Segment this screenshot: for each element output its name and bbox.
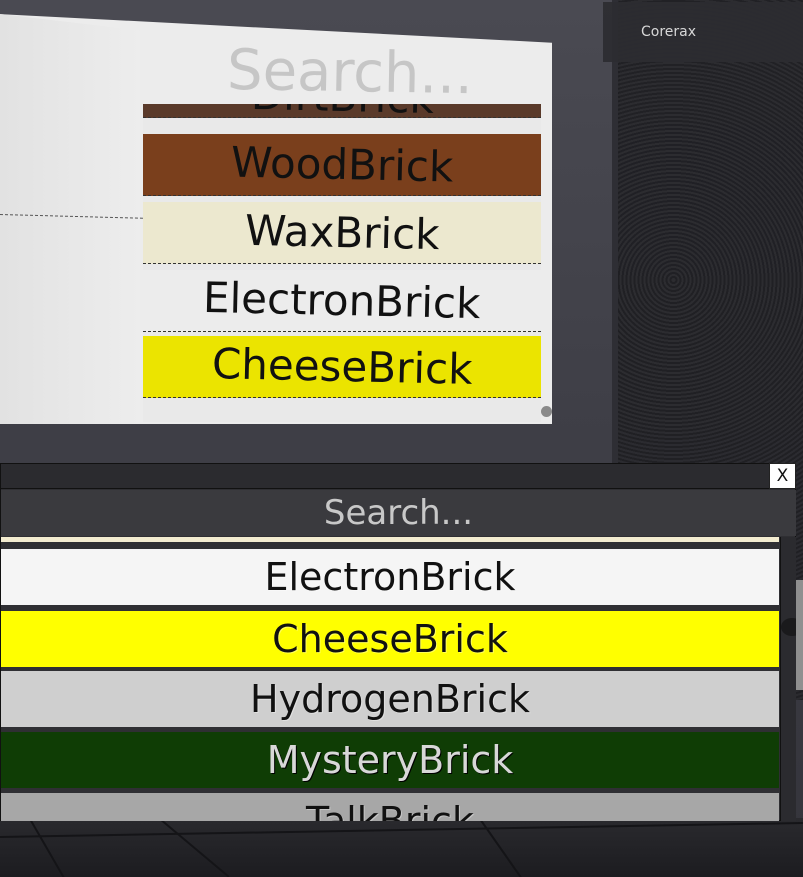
search-input[interactable] bbox=[1, 490, 796, 536]
world-list-item[interactable]: CheeseBrick bbox=[143, 336, 541, 398]
player-list-entry[interactable]: Corerax bbox=[603, 2, 803, 62]
brick-list[interactable]: ElectronBrick CheeseBrick HydrogenBrick … bbox=[1, 537, 779, 821]
world-list-item-label: WoodBrick bbox=[230, 137, 454, 192]
floor-seam bbox=[0, 821, 803, 838]
list-item-label: TalkBrick bbox=[306, 799, 474, 821]
list-item[interactable]: MysteryBrick bbox=[1, 732, 779, 788]
list-item-label: HydrogenBrick bbox=[250, 677, 530, 721]
list-item-label: ElectronBrick bbox=[264, 555, 516, 599]
world-list-item-label: WaxBrick bbox=[244, 205, 440, 260]
close-button[interactable]: X bbox=[769, 463, 796, 489]
panel-titlebar[interactable] bbox=[1, 464, 771, 489]
world-list-item[interactable]: WaxBrick bbox=[143, 202, 541, 264]
world-list-item[interactable]: WoodBrick bbox=[143, 134, 541, 196]
world-list-item-label: ElectronBrick bbox=[202, 272, 482, 329]
world-search-placeholder[interactable]: Search... bbox=[149, 37, 550, 109]
world-list-item[interactable]: ElectronBrick bbox=[143, 270, 541, 332]
game-viewport: Search... DirtBrick WoodBrick WaxBrick E… bbox=[0, 0, 803, 877]
player-name: Corerax bbox=[641, 24, 697, 40]
list-item-label: CheeseBrick bbox=[272, 617, 508, 661]
list-scrollbar[interactable] bbox=[780, 537, 796, 821]
list-item-partial bbox=[1, 537, 779, 542]
list-item[interactable]: HydrogenBrick bbox=[1, 671, 779, 727]
world-brick-list[interactable]: DirtBrick WoodBrick WaxBrick ElectronBri… bbox=[143, 104, 541, 422]
brick-picker-panel: ElectronBrick CheeseBrick HydrogenBrick … bbox=[0, 463, 796, 821]
background-pillar bbox=[796, 580, 803, 690]
list-item[interactable]: TalkBrick bbox=[1, 793, 779, 821]
list-item[interactable]: ElectronBrick bbox=[1, 549, 779, 605]
list-item-label: MysteryBrick bbox=[266, 738, 514, 782]
world-scrollbar-handle[interactable] bbox=[541, 406, 552, 417]
list-item[interactable]: CheeseBrick bbox=[1, 611, 779, 667]
floor bbox=[0, 818, 803, 877]
world-list-item-label: CheeseBrick bbox=[211, 339, 473, 394]
floor-seam bbox=[159, 818, 230, 877]
floor-seam bbox=[29, 818, 66, 877]
world-list-item[interactable]: DirtBrick bbox=[143, 104, 541, 123]
world-board-shade bbox=[0, 14, 140, 424]
world-list-item-label: DirtBrick bbox=[250, 104, 434, 123]
